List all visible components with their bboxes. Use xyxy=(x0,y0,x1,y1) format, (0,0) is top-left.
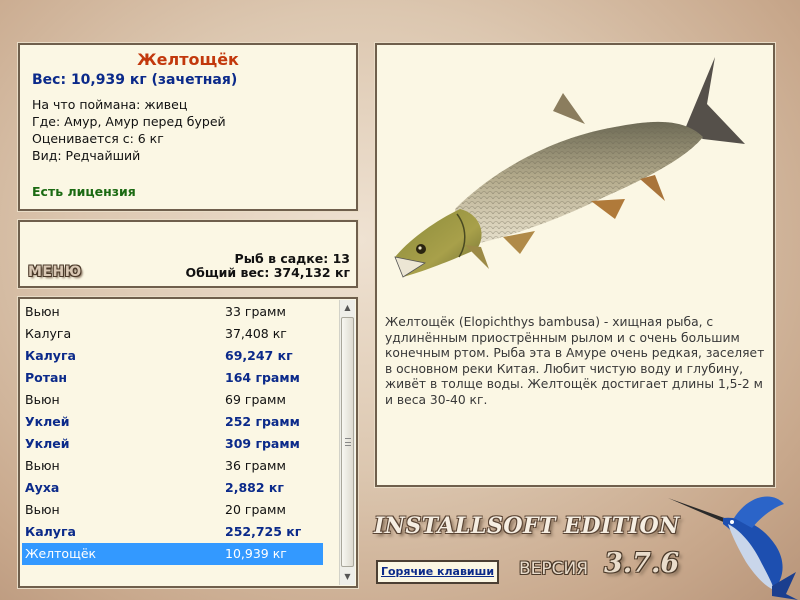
catch-row[interactable]: Калуга 252,725 кг xyxy=(22,521,323,543)
catch-fish-name: Калуга xyxy=(25,524,76,539)
catch-fish-weight: 252,725 кг xyxy=(225,524,302,539)
grip-icon xyxy=(345,438,351,446)
catch-fish-weight: 2,882 кг xyxy=(225,480,284,495)
fish-kind: Вид: Редчайший xyxy=(32,148,141,163)
total-weight: Общий вес: 374,132 кг xyxy=(185,265,351,280)
menu-button[interactable]: МЕНЮ xyxy=(28,264,82,280)
fish-valued-from: Оценивается с: 6 кг xyxy=(32,131,164,146)
catch-fish-name: Калуга xyxy=(25,348,76,363)
catch-fish-name: Вьюн xyxy=(25,304,60,319)
catch-fish-weight: 33 грамм xyxy=(225,304,286,319)
catch-row[interactable]: Калуга 37,408 кг xyxy=(22,323,323,345)
version-label: ВЕРСИЯ xyxy=(519,559,589,579)
catch-row[interactable]: Калуга 69,247 кг xyxy=(22,345,323,367)
catch-fish-weight: 164 грамм xyxy=(225,370,300,385)
catch-row[interactable]: Уклей 252 грамм xyxy=(22,411,323,433)
fish-bait: На что поймана: живец xyxy=(32,97,188,112)
fish-weight: Вес: 10,939 кг (зачетная) xyxy=(32,72,238,88)
keepnet-info: Рыб в садке: 13 Общий вес: 374,132 кг xyxy=(186,252,351,280)
catch-row-selected[interactable]: Желтощёк 10,939 кг xyxy=(22,543,323,565)
scrollbar-thumb[interactable] xyxy=(341,317,354,567)
fish-description-panel: Желтощёк (Elopichthys bambusa) - хищная … xyxy=(375,43,775,487)
fish-info-card: Желтощёк Вес: 10,939 кг (зачетная) На чт… xyxy=(18,43,358,211)
fish-count: Рыб в садке: 13 xyxy=(234,251,350,266)
fish-description: Желтощёк (Elopichthys bambusa) - хищная … xyxy=(385,315,765,407)
catch-fish-name: Вьюн xyxy=(25,392,60,407)
chevron-up-icon[interactable]: ▲ xyxy=(340,300,355,316)
catch-fish-weight: 10,939 кг xyxy=(225,546,287,561)
edition-title: INSTALLSOFT EDITION xyxy=(374,513,680,539)
catch-fish-name: Уклей xyxy=(25,436,70,451)
catch-fish-weight: 252 грамм xyxy=(225,414,300,429)
catch-fish-name: Желтощёк xyxy=(25,546,97,561)
catch-fish-weight: 36 грамм xyxy=(225,458,286,473)
fish-details: На что поймана: живец Где: Амур, Амур пе… xyxy=(32,96,226,164)
catch-row[interactable]: Вьюн 20 грамм xyxy=(22,499,323,521)
marlin-icon xyxy=(668,496,798,600)
hotkeys-button[interactable]: Горячие клавиши xyxy=(376,560,499,584)
license-status: Есть лицензия xyxy=(32,184,136,199)
catch-fish-name: Калуга xyxy=(25,326,72,341)
catch-fish-weight: 309 грамм xyxy=(225,436,300,451)
yellowcheek-fish-illustration xyxy=(394,57,745,278)
scrollbar[interactable]: ▲ ▼ xyxy=(339,300,355,585)
catch-row[interactable]: Вьюн 69 грамм xyxy=(22,389,323,411)
catch-row[interactable]: Ауха 2,882 кг xyxy=(22,477,323,499)
catch-list: Вьюн 33 грамм Калуга 37,408 кг Калуга 69,247 … xyxy=(22,301,323,565)
fish-location: Где: Амур, Амур перед бурей xyxy=(32,114,226,129)
catch-fish-weight: 37,408 кг xyxy=(225,326,287,341)
chevron-down-icon[interactable]: ▼ xyxy=(340,569,355,585)
catch-fish-name: Вьюн xyxy=(25,502,60,517)
catch-row[interactable]: Уклей 309 грамм xyxy=(22,433,323,455)
catch-fish-name: Вьюн xyxy=(25,458,60,473)
catch-fish-name: Уклей xyxy=(25,414,70,429)
fish-title: Желтощёк xyxy=(137,50,239,69)
catch-fish-weight: 69,247 кг xyxy=(225,348,293,363)
catch-fish-weight: 69 грамм xyxy=(225,392,286,407)
catch-row[interactable]: Вьюн 33 грамм xyxy=(22,301,323,323)
catch-fish-name: Ауха xyxy=(25,480,60,495)
catch-row[interactable]: Ротан 164 грамм xyxy=(22,367,323,389)
catch-fish-weight: 20 грамм xyxy=(225,502,286,517)
keepnet-summary-panel: МЕНЮ Рыб в садке: 13 Общий вес: 374,132 … xyxy=(18,220,358,288)
catch-list-panel: Вьюн 33 грамм Калуга 37,408 кг Калуга 69,247 … xyxy=(18,297,358,588)
catch-fish-name: Ротан xyxy=(25,370,68,385)
catch-row[interactable]: Вьюн 36 грамм xyxy=(22,455,323,477)
